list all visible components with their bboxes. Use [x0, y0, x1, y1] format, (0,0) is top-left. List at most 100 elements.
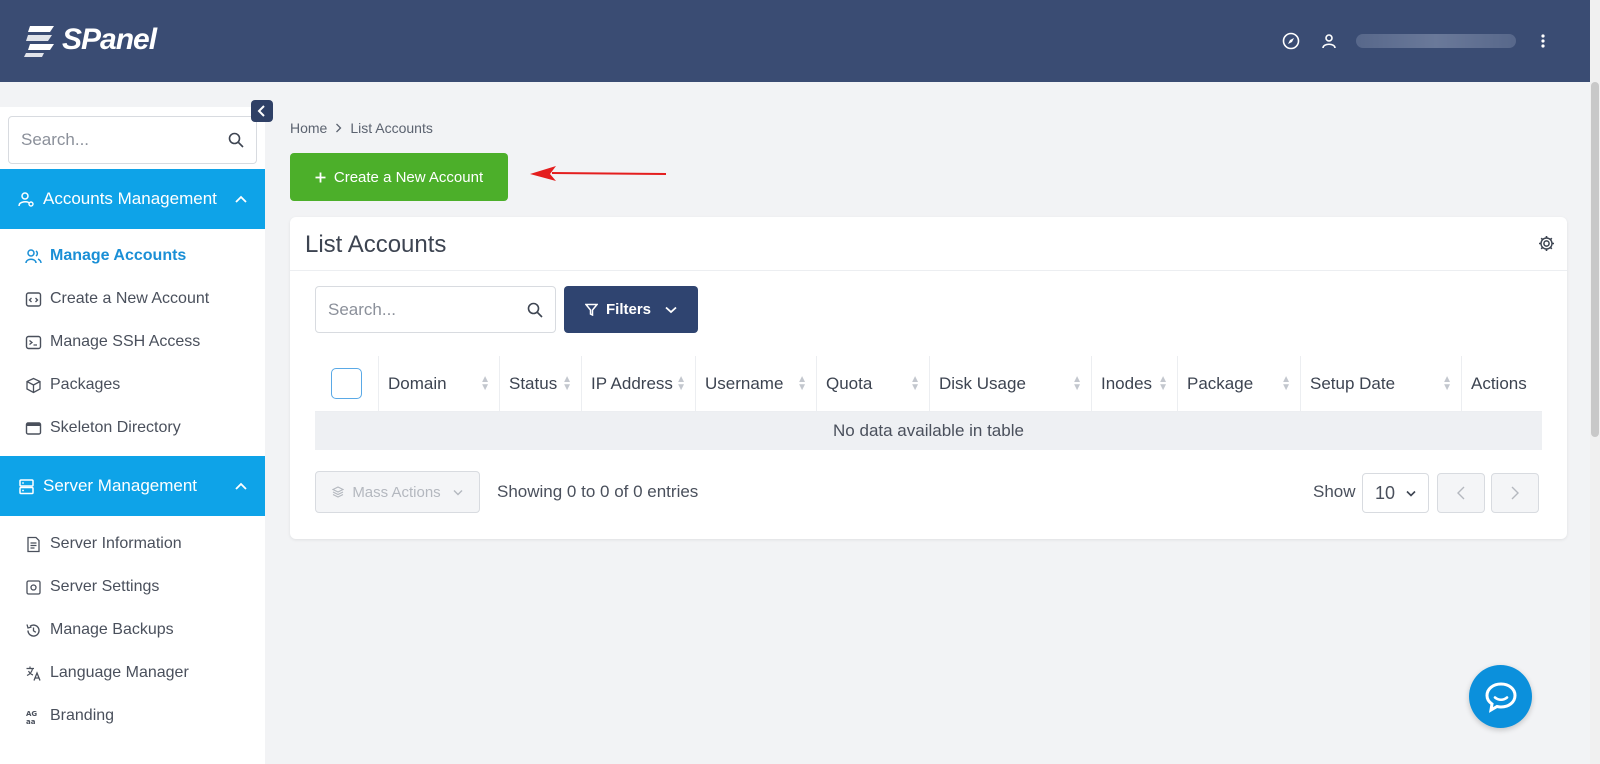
logo-text: SPanel	[62, 23, 157, 56]
card-title: List Accounts	[305, 231, 447, 258]
sidebar-item-server-information[interactable]: Server Information	[25, 535, 182, 553]
sort-icon: ▲ ▼	[480, 373, 490, 393]
sidebar-search-input[interactable]: Search...	[8, 116, 257, 164]
search-icon	[228, 132, 244, 148]
sidebar-item-label: Packages	[50, 376, 121, 393]
sidebar-item-language-manager[interactable]: Language Manager	[25, 664, 189, 682]
sort-icon: ▲ ▼	[562, 373, 572, 393]
logo-mark-icon	[24, 26, 54, 57]
mass-actions-label: Mass Actions	[352, 483, 441, 501]
card-divider	[290, 270, 1567, 271]
more-vertical-icon[interactable]	[1532, 30, 1554, 52]
sidebar-item-label: Server Information	[50, 535, 182, 552]
filters-label: Filters	[605, 301, 651, 318]
sidebar-item-manage-accounts[interactable]: Manage Accounts	[25, 247, 186, 265]
column-label: Username	[705, 373, 784, 393]
section-label: Accounts Management	[43, 189, 217, 208]
sidebar-item-manage-ssh[interactable]: Manage SSH Access	[25, 333, 200, 351]
column-label: Status	[509, 373, 558, 393]
sidebar-item-label: Server Settings	[50, 578, 160, 595]
sort-icon: ▲ ▼	[1158, 373, 1168, 393]
page-size-value: 10	[1375, 482, 1396, 503]
sort-icon: ▲ ▼	[1281, 373, 1291, 393]
column-label: Quota	[826, 373, 873, 393]
column-domain[interactable]: Domain ▲ ▼	[379, 355, 500, 412]
column-label: IP Address	[591, 373, 673, 393]
next-page-button[interactable]	[1491, 473, 1539, 513]
select-all-checkbox[interactable]	[331, 368, 362, 399]
breadcrumb-home[interactable]: Home	[290, 120, 327, 136]
sidebar-item-create-account[interactable]: Create a New Account	[25, 290, 209, 308]
empty-text: No data available in table	[833, 421, 1024, 440]
chevron-up-icon	[235, 195, 247, 203]
scrollbar-thumb[interactable]	[1591, 82, 1599, 437]
chevron-left-icon	[257, 105, 265, 117]
column-label: Actions	[1471, 373, 1527, 393]
user-icon[interactable]	[1318, 30, 1340, 52]
sort-icon: ▲ ▼	[676, 373, 686, 393]
mass-actions-button[interactable]: Mass Actions	[315, 471, 480, 513]
spanel-logo[interactable]: SPanel	[24, 22, 157, 58]
breadcrumb-current: List Accounts	[350, 120, 433, 136]
sidebar-item-label: Manage Accounts	[50, 247, 187, 264]
username-blurred[interactable]	[1356, 34, 1516, 48]
sidebar-collapse-button[interactable]	[251, 100, 273, 122]
sort-icon: ▲ ▼	[1072, 373, 1082, 393]
column-disk-usage[interactable]: Disk Usage ▲ ▼	[930, 355, 1092, 412]
sidebar-item-label: Manage Backups	[50, 621, 174, 638]
page-size-select[interactable]: 10	[1362, 473, 1429, 513]
translate-icon	[26, 666, 41, 681]
column-ip-address[interactable]: IP Address ▲ ▼	[582, 355, 696, 412]
column-quota[interactable]: Quota ▲ ▼	[817, 355, 930, 412]
users-settings-icon	[18, 191, 34, 207]
prev-page-button[interactable]	[1437, 473, 1485, 513]
sidebar-search-placeholder: Search...	[21, 130, 90, 149]
scrollbar[interactable]	[1590, 0, 1600, 764]
chevron-right-icon	[1511, 486, 1519, 500]
terminal-icon	[25, 335, 42, 349]
server-icon	[19, 478, 34, 494]
sidebar: Search... Accounts Management Manage Acc…	[0, 107, 265, 764]
column-username[interactable]: Username ▲ ▼	[696, 355, 817, 412]
layout-icon	[25, 421, 42, 435]
breadcrumb: Home List Accounts	[290, 120, 433, 136]
top-bar: SPanel	[0, 0, 1590, 82]
sidebar-item-skeleton-directory[interactable]: Skeleton Directory	[25, 419, 181, 437]
compass-icon[interactable]	[1280, 30, 1302, 52]
column-package[interactable]: Package ▲ ▼	[1178, 355, 1301, 412]
box-icon	[26, 377, 41, 393]
sort-icon: ▲ ▼	[1442, 373, 1452, 393]
column-status[interactable]: Status ▲ ▼	[500, 355, 582, 412]
chevron-right-icon	[336, 123, 342, 133]
sidebar-item-branding[interactable]: AG aa Branding	[25, 707, 114, 725]
column-setup-date[interactable]: Setup Date ▲ ▼	[1301, 355, 1462, 412]
sidebar-section-accounts-management[interactable]: Accounts Management	[0, 169, 265, 229]
sidebar-item-label: Create a New Account	[50, 290, 210, 307]
table-search-placeholder: Search...	[328, 299, 397, 319]
sidebar-item-label: Manage SSH Access	[50, 333, 201, 350]
show-label: Show	[1313, 482, 1356, 501]
filter-icon	[584, 303, 598, 316]
sidebar-item-label: Skeleton Directory	[50, 419, 181, 436]
live-chat-button[interactable]	[1469, 665, 1532, 728]
plus-icon	[315, 172, 326, 182]
filters-button[interactable]: Filters	[564, 286, 698, 333]
sidebar-section-server-management[interactable]: Server Management	[0, 456, 265, 516]
sidebar-item-manage-backups[interactable]: Manage Backups	[25, 621, 174, 639]
create-account-button[interactable]: Create a New Account	[290, 153, 508, 201]
chevron-down-icon	[453, 489, 463, 495]
sort-icon: ▲ ▼	[797, 373, 807, 393]
chat-bubble-icon	[1484, 681, 1517, 713]
gear-icon[interactable]	[1538, 235, 1555, 257]
select-all-cell	[315, 355, 379, 412]
svg-text:aa: aa	[26, 718, 36, 725]
entries-info: Showing 0 to 0 of 0 entries	[497, 482, 699, 501]
users-icon	[25, 248, 42, 263]
sidebar-item-packages[interactable]: Packages	[25, 376, 120, 394]
column-inodes[interactable]: Inodes ▲ ▼	[1092, 355, 1178, 412]
sidebar-item-server-settings[interactable]: Server Settings	[25, 578, 159, 596]
column-label: Setup Date	[1310, 373, 1396, 393]
code-window-icon	[25, 291, 42, 307]
red-arrow-annotation	[530, 166, 667, 181]
table-search-input[interactable]: Search...	[315, 286, 556, 333]
